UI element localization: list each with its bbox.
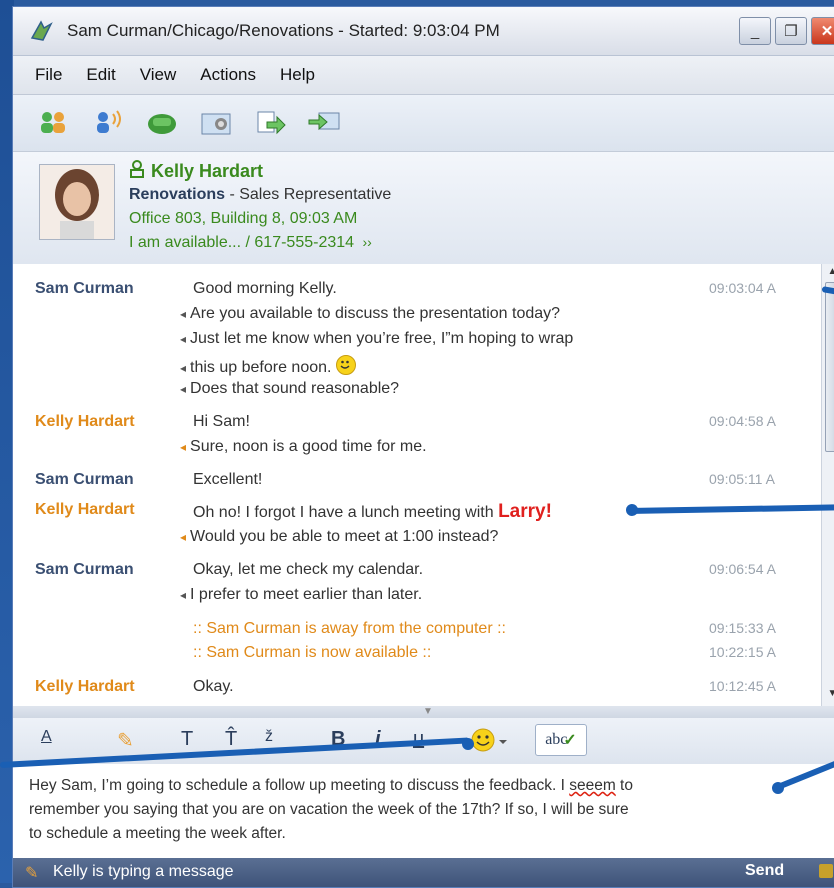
contact-title: - Sales Representative: [225, 186, 392, 203]
callout-dot-spelling: [772, 782, 784, 794]
emphasized-text: Larry!: [498, 501, 552, 522]
sender-name: Sam Curman: [35, 561, 134, 578]
input-line-1-end: to: [615, 777, 633, 794]
message-text: Just let me know when you’re free, I”m h…: [180, 330, 573, 348]
send-button[interactable]: Send: [745, 862, 784, 880]
sender-name: Kelly Hardart: [35, 501, 135, 518]
message-input-text[interactable]: Hey Sam, I’m going to schedule a follow …: [29, 774, 819, 846]
toolbar: [13, 95, 834, 152]
contact-role: Renovations - Sales Representative: [129, 186, 391, 204]
system-message: :: Sam Curman is away from the computer …: [193, 620, 506, 637]
scroll-thumb[interactable]: [825, 282, 834, 452]
callout-dot-emoticon: [462, 738, 474, 750]
system-message: :: Sam Curman is now available ::: [193, 644, 432, 661]
contact-status-text: I am available... / 617-555-2314: [129, 234, 355, 251]
sender-name: Sam Curman: [35, 471, 134, 488]
font-color-button[interactable]: A: [41, 728, 52, 746]
input-line-3: to schedule a meeting the week after.: [29, 825, 286, 842]
misspelled-word[interactable]: seeem: [569, 777, 616, 794]
menu-actions[interactable]: Actions: [200, 65, 256, 85]
message-text: this up before noon.: [190, 359, 332, 376]
menu-bar: File Edit View Actions Help: [13, 56, 834, 95]
typing-indicator: Kelly is typing a message: [53, 863, 234, 880]
message-text: Does that sound reasonable?: [180, 380, 399, 398]
contact-card: Kelly Hardart Renovations - Sales Repres…: [13, 152, 834, 265]
message-text: Okay.: [193, 678, 234, 695]
phone-icon[interactable]: [145, 108, 179, 138]
contact-name-text: Kelly Hardart: [151, 161, 264, 181]
message-text: Are you available to discuss the present…: [180, 305, 560, 323]
chat-scrollbar[interactable]: ▲ ▼: [821, 264, 834, 706]
typing-pencil-icon: ✎: [25, 865, 39, 882]
status-bar: ✎ Kelly is typing a message Send: [13, 858, 834, 887]
transfer-icon[interactable]: [307, 108, 341, 138]
message-text: Sure, noon is a good time for me.: [180, 438, 427, 456]
timestamp: 10:12:45 A: [709, 678, 776, 694]
chat-transcript: Sam Curman Good morning Kelly. 09:03:04 …: [13, 264, 821, 706]
message-text: Okay, let me check my calendar.: [193, 561, 424, 578]
app-logo-icon: [29, 18, 55, 44]
input-line-1: Hey Sam, I’m going to schedule a follow …: [29, 777, 570, 794]
callout-dot-emphasis: [626, 504, 638, 516]
restore-button[interactable]: ❐: [775, 17, 807, 45]
timestamp: 09:03:04 A: [709, 280, 776, 296]
presence-icon: [129, 160, 145, 183]
screen-share-icon[interactable]: [199, 108, 233, 138]
spell-check-button[interactable]: abc ✓: [535, 724, 587, 756]
lock-icon: [819, 864, 833, 878]
checkmark-icon: ✓: [563, 732, 577, 749]
message-text: Hi Sam!: [193, 413, 250, 430]
sender-name: Kelly Hardart: [35, 413, 135, 430]
message-input[interactable]: Hey Sam, I’m going to schedule a follow …: [13, 764, 834, 858]
smiley-emoticon-icon: [335, 355, 356, 375]
send-file-icon[interactable]: [253, 108, 287, 138]
contact-department: Renovations: [129, 186, 226, 203]
minimize-button[interactable]: _: [739, 17, 771, 45]
message-text: Would you be able to meet at 1:00 instea…: [180, 528, 498, 546]
text-smaller-button[interactable]: T: [181, 728, 193, 751]
invite-people-icon[interactable]: [37, 108, 71, 138]
message-line: this up before noon.: [180, 355, 356, 377]
contact-location: Office 803, Building 8, 09:03 AM: [129, 210, 358, 227]
scroll-up-icon[interactable]: ▲: [825, 266, 834, 280]
message-line: Oh no! I forgot I have a lunch meeting w…: [193, 501, 552, 523]
emoticon-picker-icon[interactable]: [469, 726, 513, 759]
sender-name: Kelly Hardart: [35, 678, 135, 695]
audio-call-icon[interactable]: [91, 108, 125, 138]
input-line-2: remember you saying that you are on vaca…: [29, 801, 629, 818]
timestamp: 10:22:15 A: [709, 644, 776, 660]
menu-file[interactable]: File: [35, 65, 62, 85]
highlight-pen-icon[interactable]: ✎: [117, 728, 134, 753]
message-text: Excellent!: [193, 471, 263, 488]
close-button[interactable]: ✕: [811, 17, 834, 45]
window-title: Sam Curman/Chicago/Renovations - Started…: [67, 21, 500, 40]
message-text: Good morning Kelly.: [193, 280, 337, 297]
message-text: I prefer to meet earlier than later.: [180, 586, 422, 604]
scroll-down-icon[interactable]: ▼: [825, 688, 834, 702]
text-bigger-button[interactable]: T̂: [225, 728, 237, 751]
menu-view[interactable]: View: [140, 65, 177, 85]
timestamp: 09:04:58 A: [709, 413, 776, 429]
avatar: [39, 164, 115, 240]
timestamp: 09:15:33 A: [709, 620, 776, 636]
text-reset-button[interactable]: ž: [265, 728, 273, 746]
timestamp: 09:05:11 A: [709, 471, 775, 487]
contact-name: Kelly Hardart: [129, 160, 263, 183]
timestamp: 09:06:54 A: [709, 561, 776, 577]
title-bar: Sam Curman/Chicago/Renovations - Started…: [13, 7, 834, 56]
message-text: Oh no! I forgot I have a lunch meeting w…: [193, 504, 494, 521]
status-more-icon[interactable]: ››: [362, 234, 371, 250]
menu-edit[interactable]: Edit: [86, 65, 115, 85]
contact-status: I am available... / 617-555-2314 ››: [129, 234, 372, 252]
splitter-handle[interactable]: ▼: [13, 706, 834, 718]
sender-name: Sam Curman: [35, 280, 134, 297]
menu-help[interactable]: Help: [280, 65, 315, 85]
